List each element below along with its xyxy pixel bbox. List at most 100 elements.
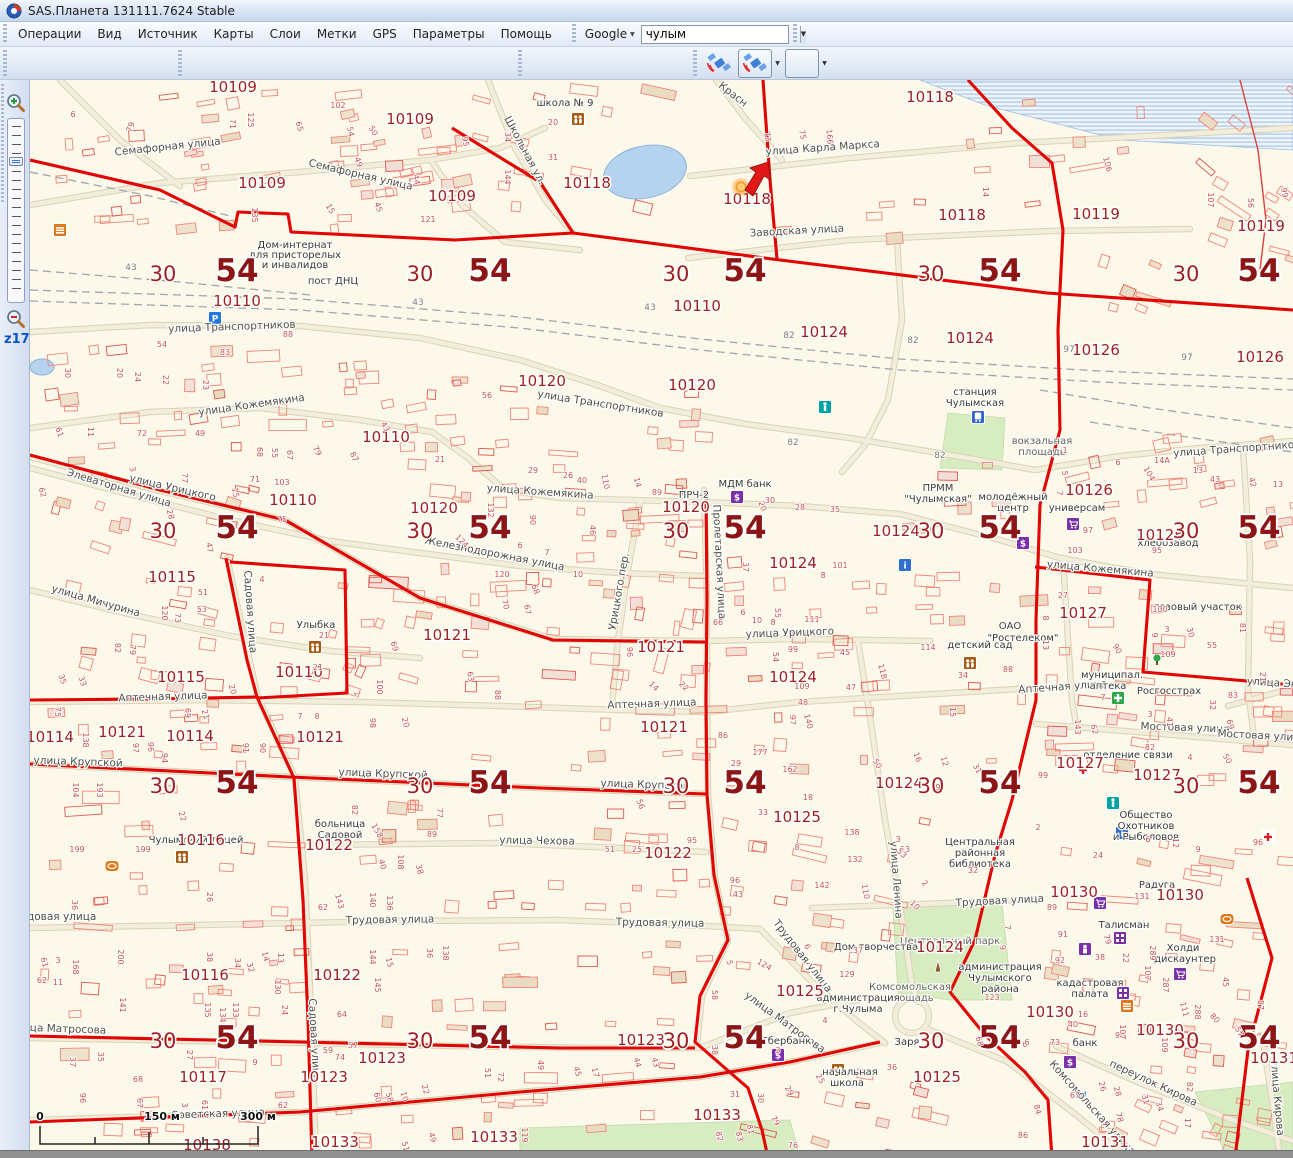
quarter-label: 10124 [875,774,923,792]
district-30-label: 30 [407,1029,434,1053]
quarter-label: 10117 [179,1068,227,1086]
toolbar-grip[interactable] [3,24,7,44]
house-number: 109 [1160,650,1175,659]
house-number: 38 [710,1045,719,1055]
menu-item[interactable]: Источник [130,24,206,44]
quarter-label: 10118 [906,88,954,106]
title-bar[interactable]: SAS.Планета 131111.7624 Stable [0,0,1293,22]
search-input[interactable] [641,27,800,41]
house-number: 199 [69,845,84,854]
district-54-label: 54 [1237,765,1280,801]
house-number: 76 [788,1141,798,1150]
house-number: 73 [1050,1038,1060,1047]
menu-item[interactable]: Операции [10,24,89,44]
quarter-label: 10126 [1236,348,1284,366]
house-number: 3 [180,1102,189,1107]
cart-icon [1066,517,1080,531]
toolbar-grip[interactable] [792,24,797,44]
house-number: 6 [1145,835,1150,844]
house-number: 135 [203,1002,212,1017]
house-number: 28 [795,503,805,512]
quarter-label: 10120 [518,372,566,390]
menu-item[interactable]: Вид [89,24,129,44]
search-provider-button[interactable]: Google ▼ [579,25,641,43]
panel-grip[interactable] [1,84,4,204]
quarter-label: 10124 [769,668,817,686]
house-number: 4 [822,1016,827,1025]
zoom-slider[interactable] [7,118,25,303]
quarter-label: 10124 [872,522,920,540]
parcel [690,408,702,422]
poi-label: МДМ банк [718,479,771,490]
house-number: 75 [277,515,287,524]
gps-connect-dropdown[interactable]: ▼ [772,49,783,78]
house-number: 114 [920,643,935,652]
house-number: 51 [400,1140,411,1150]
house-number: 98 [368,718,377,728]
district-30-label: 30 [918,519,945,543]
house-number: 12 [1171,838,1180,848]
house-number: 46 [588,525,597,535]
quarter-label: 10118 [938,206,986,224]
school-icon [963,656,977,670]
parcel [67,456,86,466]
quarter-label: 10116 [177,831,225,849]
parcel [622,508,640,522]
parcel [885,231,904,246]
menu-item[interactable]: Параметры [405,24,493,44]
street-label: Трудовая улица [30,911,96,923]
map-canvas[interactable]: P$$ii$$Семафорная улицаСемафорная улица Ш… [6,77,1293,1158]
house-number: 29 [528,466,538,475]
menu-item[interactable]: Метки [309,24,365,44]
poi-label: молодёжный [978,492,1047,503]
gps-tool-button[interactable] [785,48,819,78]
house-number: 67 [135,1098,144,1108]
street-label: Трудовая улица [615,916,705,930]
house-number: 40 [577,476,587,485]
toolbar-grip[interactable] [3,50,7,76]
figure-teal-icon [1106,796,1120,810]
menu-item[interactable]: Слои [262,24,309,44]
toolbar-grip[interactable] [178,50,182,76]
house-number: 6 [1024,1038,1029,1047]
zoom-in-button[interactable] [5,92,26,113]
parcel [656,437,672,450]
parcel [587,749,606,763]
parcel [665,940,681,949]
toolbar-grip[interactable] [571,24,576,44]
menu-item[interactable]: Карты [206,24,262,44]
stadium-icon [104,860,120,872]
search-dropdown-button[interactable]: ▼ [799,25,807,43]
toolbar-grip[interactable] [693,50,697,76]
house-number: 49 [195,429,205,438]
gps-connect-button[interactable] [738,48,772,78]
house-number: 135 [250,207,259,222]
quarter-label: 10125 [776,982,824,1000]
poi-label: Центральная [945,837,1015,848]
menu-item[interactable]: Помощь [493,24,560,44]
house-number: 15 [230,487,241,499]
map-viewport: P $ $ i i $ $ Семафорная улица Семафорная улица Ш… [6,77,1293,1158]
house-number: 54 [345,126,356,138]
zoom-out-button[interactable] [5,308,26,329]
zoom-slider-handle[interactable] [9,157,23,166]
quarter-label: 10124 [916,938,964,956]
poi-label: Дом творчества [834,942,918,953]
house-number: 83 [1228,691,1238,700]
house-number: 95 [460,136,471,148]
quarter-label: 10119 [1072,205,1120,223]
quarter-label: 10124 [946,329,994,347]
quarter-label: 10119 [1237,217,1285,235]
house-number: 71 [228,119,237,129]
parcel [1072,136,1086,149]
menu-item[interactable]: GPS [365,24,405,44]
poi-label: кадастровая [1056,978,1123,989]
parcel [854,1101,870,1110]
house-number: 131 [1134,892,1149,901]
parcel [937,471,959,481]
quarter-label: 10130 [1156,886,1204,904]
gps-tool-dropdown[interactable]: ▼ [819,49,830,78]
house-number: 102 [330,101,345,110]
house-number: 3 [775,1046,780,1055]
toolbar-grip[interactable] [518,50,522,76]
